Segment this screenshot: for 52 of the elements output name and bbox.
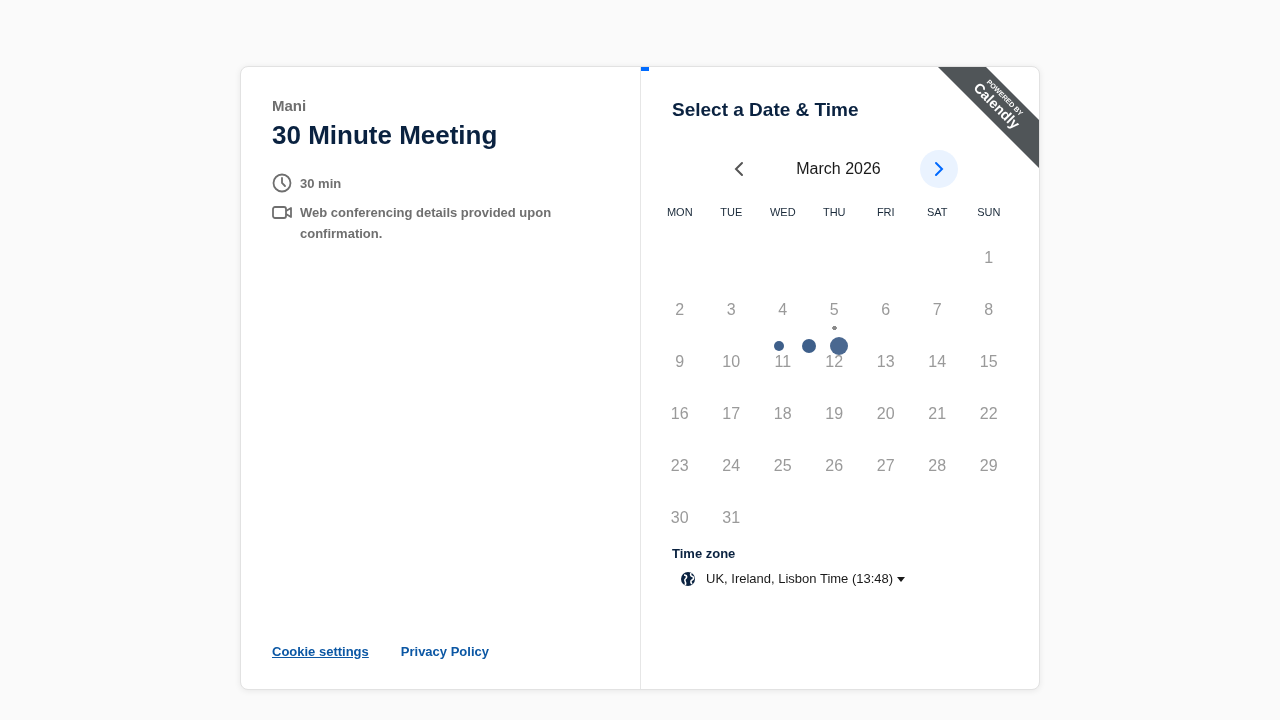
weekday-label: SAT — [925, 204, 949, 220]
day-number: 25 — [772, 455, 793, 476]
day-number: 13 — [875, 351, 896, 372]
weekday-label: WED — [768, 204, 797, 220]
caret-icon — [897, 576, 906, 582]
timezone-label: Time zone — [672, 544, 737, 563]
day-number: 19 — [824, 403, 845, 424]
day-number: 8 — [983, 299, 995, 320]
weekday-label: FRI — [875, 204, 896, 220]
day-number: 28 — [927, 455, 948, 476]
day-number: 18 — [772, 403, 793, 424]
weekday-label: MON — [665, 204, 694, 220]
event-title: 30 Minute Meeting — [272, 119, 499, 151]
day-number: 16 — [669, 403, 690, 424]
host-name: Mani — [272, 96, 308, 116]
weekday-label: SUN — [976, 204, 1002, 220]
day-number: 20 — [875, 403, 896, 424]
detail-text: Web conferencing details provided upon confirmation. — [300, 203, 553, 243]
day-number: 4 — [777, 299, 789, 320]
day-number: 24 — [721, 455, 742, 476]
timezone-dropdown[interactable]: UK, Ireland, Lisbon Time (13:48) — [672, 563, 914, 595]
day-number: 10 — [721, 351, 742, 372]
day-number: 23 — [669, 455, 690, 476]
day-number: 3 — [725, 299, 737, 320]
chevron-right-icon — [933, 160, 944, 177]
day-number: 12 — [824, 351, 845, 372]
day-number: 14 — [927, 351, 948, 372]
weekday-label: TUE — [719, 204, 744, 220]
day-number: 2 — [674, 299, 686, 320]
day-number: 21 — [927, 403, 948, 424]
day-number: 27 — [875, 455, 896, 476]
day-number: 30 — [669, 507, 690, 528]
day-number: 15 — [978, 351, 999, 372]
footer-link[interactable]: Privacy Policy — [400, 641, 489, 661]
weekday-label: THU — [821, 204, 847, 220]
day-number: 1 — [983, 247, 995, 268]
chevron-left-icon — [733, 160, 744, 177]
day-number: 31 — [721, 507, 742, 528]
next-month-button[interactable] — [919, 149, 958, 188]
footer-link[interactable]: Cookie settings — [272, 641, 369, 661]
day-number: 6 — [880, 299, 892, 320]
day-number: 17 — [721, 403, 742, 424]
day-number: 29 — [978, 455, 999, 476]
month-label: March 2026 — [795, 158, 882, 179]
day-number: 22 — [978, 403, 999, 424]
detail-text: 30 min — [300, 174, 342, 193]
day-number: 7 — [931, 299, 943, 320]
day-number: 9 — [674, 351, 686, 372]
globe-icon — [680, 571, 696, 588]
day-number: 11 — [773, 351, 793, 372]
clock-icon — [272, 172, 292, 193]
day-number: 26 — [824, 455, 845, 476]
